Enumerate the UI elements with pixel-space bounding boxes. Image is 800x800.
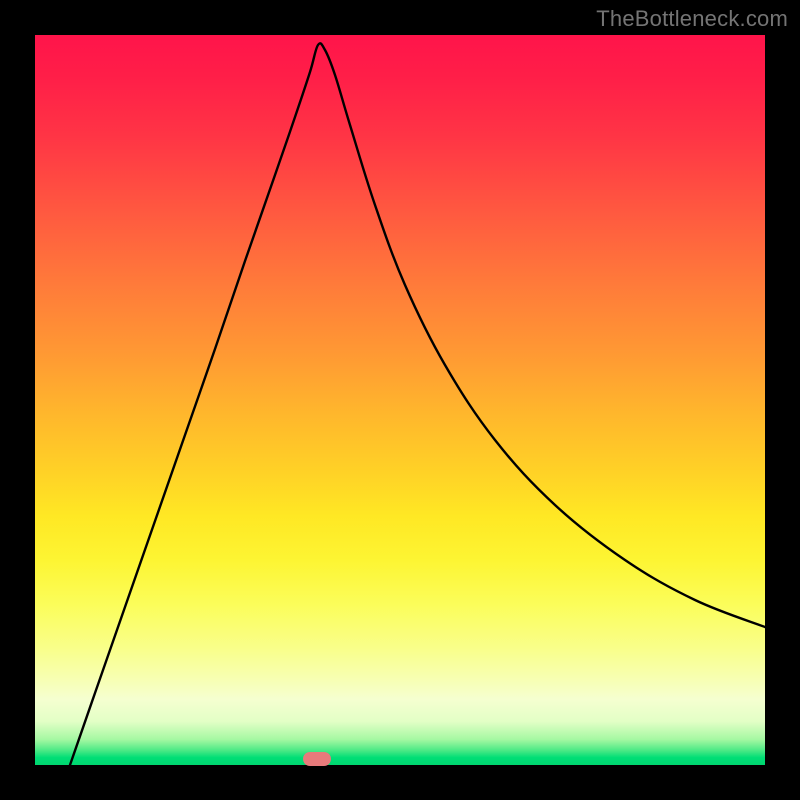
watermark-text: TheBottleneck.com xyxy=(596,6,788,32)
plot-area xyxy=(35,35,765,765)
curve-svg xyxy=(35,35,765,765)
chart-frame: TheBottleneck.com xyxy=(0,0,800,800)
bottleneck-curve xyxy=(70,43,765,765)
